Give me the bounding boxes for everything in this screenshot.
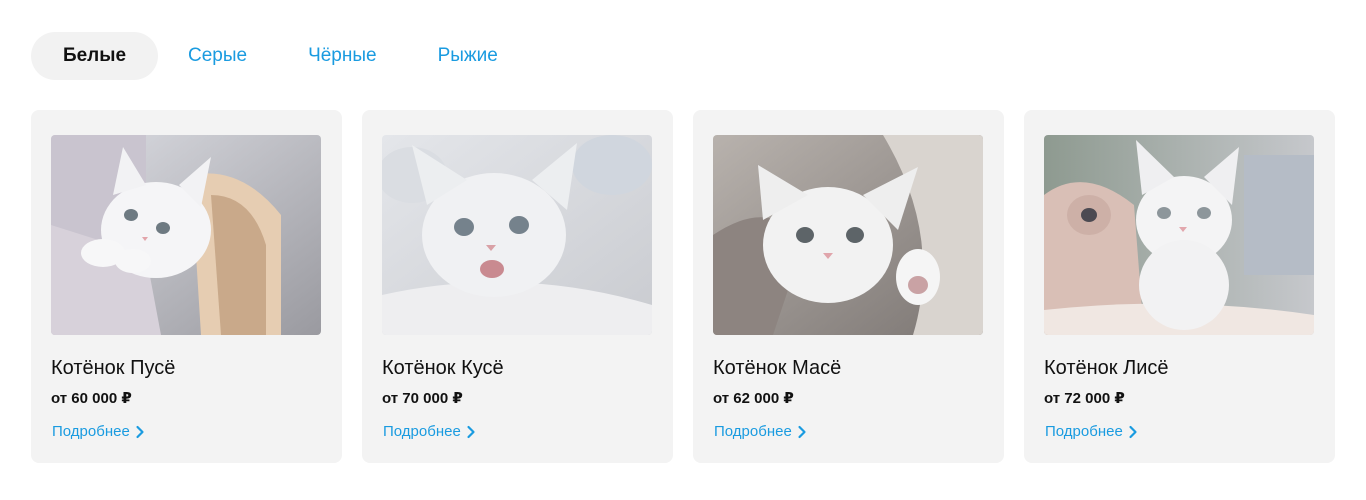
kitten-name: Котёнок Лисё (1044, 357, 1169, 379)
kitten-name: Котёнок Пусё (51, 357, 176, 379)
tab-black[interactable]: Чёрные (308, 32, 377, 80)
kitten-price: от 62 000 ₽ (713, 390, 794, 407)
details-link[interactable]: Подробнее (383, 423, 476, 440)
tab-white[interactable]: Белые (31, 32, 158, 80)
kittens-page: Белые Серые Чёрные Рыжие Котёнок Пусё от… (0, 0, 1366, 500)
kitten-photo[interactable] (51, 135, 321, 335)
chevron-right-icon (135, 425, 145, 439)
kitten-photo-image (713, 135, 983, 335)
chevron-right-icon (797, 425, 807, 439)
details-link[interactable]: Подробнее (1045, 423, 1138, 440)
kitten-photo[interactable] (1044, 135, 1314, 335)
kitten-card[interactable]: Котёнок Лисё от 72 000 ₽ Подробнее (1024, 110, 1335, 463)
details-link[interactable]: Подробнее (714, 423, 807, 440)
kitten-price: от 60 000 ₽ (51, 390, 132, 407)
color-tabs: Белые Серые Чёрные Рыжие (31, 32, 498, 80)
kitten-photo-image (1044, 135, 1314, 335)
kitten-card[interactable]: Котёнок Масё от 62 000 ₽ Подробнее (693, 110, 1004, 463)
details-link-label: Подробнее (714, 423, 792, 440)
tab-ginger[interactable]: Рыжие (438, 32, 498, 80)
kitten-card[interactable]: Котёнок Кусё от 70 000 ₽ Подробнее (362, 110, 673, 463)
details-link-label: Подробнее (1045, 423, 1123, 440)
chevron-right-icon (466, 425, 476, 439)
details-link[interactable]: Подробнее (52, 423, 145, 440)
kitten-cards: Котёнок Пусё от 60 000 ₽ Подробнее Котён… (31, 110, 1335, 463)
kitten-card[interactable]: Котёнок Пусё от 60 000 ₽ Подробнее (31, 110, 342, 463)
kitten-photo-image (51, 135, 321, 335)
kitten-photo-image (382, 135, 652, 335)
details-link-label: Подробнее (52, 423, 130, 440)
details-link-label: Подробнее (383, 423, 461, 440)
kitten-photo[interactable] (713, 135, 983, 335)
kitten-name: Котёнок Кусё (382, 357, 504, 379)
kitten-price: от 70 000 ₽ (382, 390, 463, 407)
kitten-photo[interactable] (382, 135, 652, 335)
chevron-right-icon (1128, 425, 1138, 439)
tab-grey[interactable]: Серые (188, 32, 247, 80)
kitten-price: от 72 000 ₽ (1044, 390, 1125, 407)
kitten-name: Котёнок Масё (713, 357, 842, 379)
